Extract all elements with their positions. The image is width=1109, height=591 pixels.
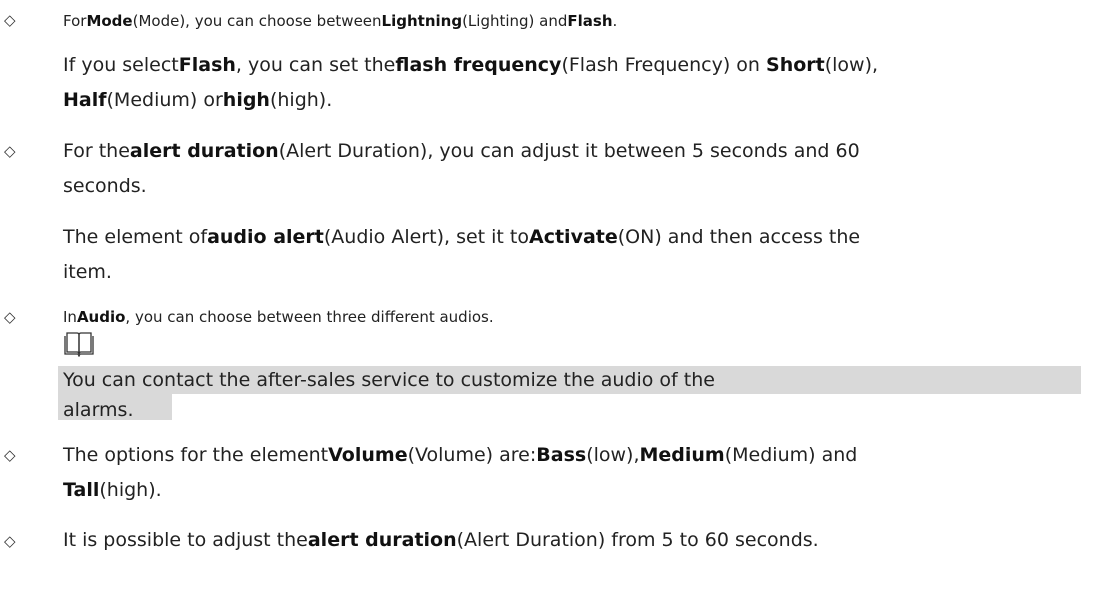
item-1-line-3: Half(Medium) orhigh(high). bbox=[63, 89, 333, 111]
diamond-bullet-icon: ◇ bbox=[4, 11, 16, 29]
book-note-icon bbox=[64, 332, 94, 357]
item-4-line-1: The options for the elementVolume(Volume… bbox=[63, 444, 858, 466]
item-5-line-1: It is possible to adjust thealert durati… bbox=[63, 529, 819, 551]
diamond-bullet-icon: ◇ bbox=[4, 446, 16, 464]
note-text-line-1: You can contact the after-sales service … bbox=[63, 369, 715, 391]
item-2-line-4: item. bbox=[63, 261, 112, 283]
item-2-line-2: seconds. bbox=[63, 175, 147, 197]
item-2-line-1: For thealert duration(Alert Duration), y… bbox=[63, 140, 860, 162]
item-4-line-2: Tall(high). bbox=[63, 479, 162, 501]
item-1-line-2: If you selectFlash, you can set theflash… bbox=[63, 54, 879, 76]
diamond-bullet-icon: ◇ bbox=[4, 142, 16, 160]
diamond-bullet-icon: ◇ bbox=[4, 532, 16, 550]
diamond-bullet-icon: ◇ bbox=[4, 308, 16, 326]
note-text-line-2: alarms. bbox=[63, 399, 134, 421]
item-3-line-1: InAudio, you can choose between three di… bbox=[63, 308, 494, 326]
item-1-line-1: ForMode(Mode), you can choose betweenLig… bbox=[63, 12, 618, 30]
item-2-line-3: The element ofaudio alert(Audio Alert), … bbox=[63, 226, 861, 248]
